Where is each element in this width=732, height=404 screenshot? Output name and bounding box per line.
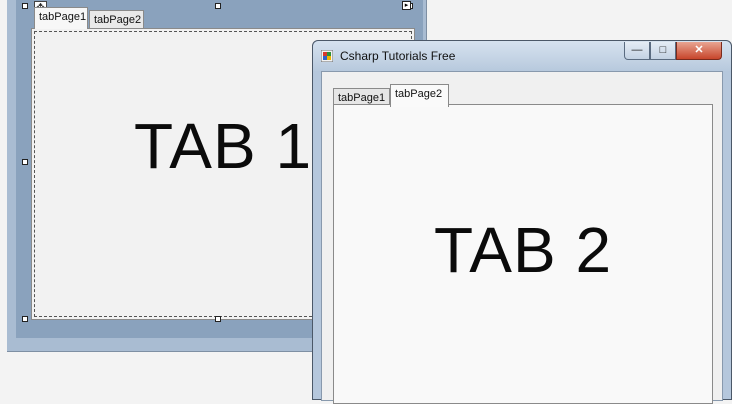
app-tab-page2[interactable]: tabPage2	[390, 84, 449, 107]
title-bar[interactable]: Csharp Tutorials Free — □ ✕	[313, 41, 731, 71]
resize-handle-bottom-left[interactable]	[22, 316, 28, 322]
app-window: Csharp Tutorials Free — □ ✕ tabPage1 tab…	[312, 40, 732, 404]
tab2-label: TAB 2	[433, 214, 613, 286]
resize-handle-top-left[interactable]	[22, 3, 28, 9]
window-title: Csharp Tutorials Free	[340, 49, 456, 63]
minimize-button[interactable]: —	[624, 42, 650, 60]
resize-handle-left[interactable]	[22, 159, 28, 165]
smart-tag-icon[interactable]: ▸	[402, 1, 411, 10]
app-icon	[321, 50, 333, 62]
maximize-button[interactable]: □	[650, 42, 676, 60]
designer-tab-page1[interactable]: tabPage1	[34, 7, 88, 29]
app-tab-page2-body: TAB 2	[333, 104, 713, 404]
close-button[interactable]: ✕	[676, 42, 722, 60]
resize-handle-bottom[interactable]	[215, 316, 221, 322]
resize-handle-top[interactable]	[215, 3, 221, 9]
designer-tab-page2[interactable]: tabPage2	[89, 10, 144, 29]
